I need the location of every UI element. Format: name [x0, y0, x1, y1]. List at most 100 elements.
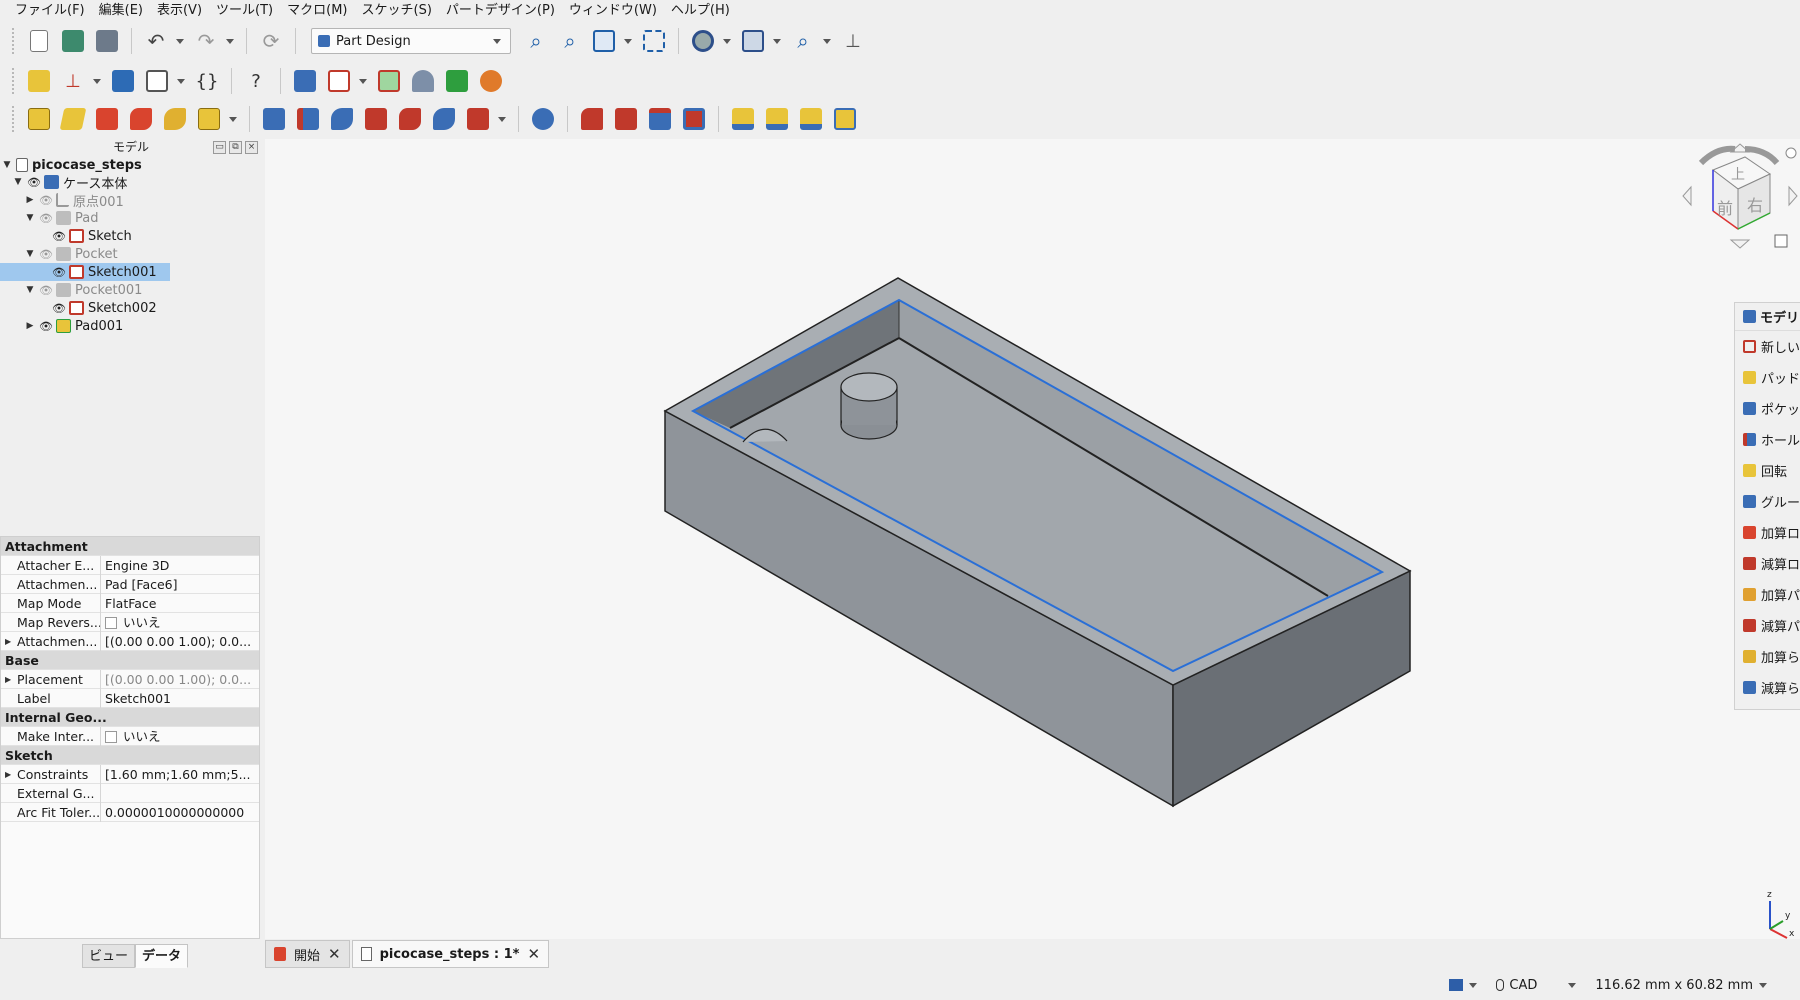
property-value[interactable]: Engine 3D — [101, 556, 259, 575]
property-value[interactable]: [(0.00 0.00 1.00); 0.0... — [101, 670, 259, 689]
menu-file[interactable]: ファイル(F) — [8, 0, 92, 22]
standard-views-button[interactable] — [589, 26, 619, 56]
link-dropdown-icon[interactable] — [177, 78, 185, 84]
close-tab-icon[interactable]: ✕ — [328, 945, 341, 963]
tree-item-pad001[interactable]: ▶ 👁 Pad001 — [25, 317, 124, 335]
task-subtractive-pipe[interactable]: 減算パ — [1735, 610, 1800, 641]
hidden-eye-icon[interactable]: 👁 — [39, 194, 53, 207]
property-value-checkbox[interactable]: いいえ — [101, 727, 259, 746]
whats-this-button[interactable]: ? — [241, 66, 271, 96]
property-row-placement[interactable]: ▶ Placement [(0.00 0.00 1.00); 0.0... — [1, 669, 259, 689]
hole-button[interactable] — [293, 104, 323, 134]
property-value[interactable]: Pad [Face6] — [101, 575, 259, 594]
tree-item-sketch001-selected[interactable]: 👁 Sketch001 — [0, 263, 170, 281]
menu-window[interactable]: ウィンドウ(W) — [562, 0, 664, 22]
property-value-checkbox[interactable]: いいえ — [101, 613, 259, 632]
property-value[interactable]: Sketch001 — [101, 689, 259, 708]
link-button[interactable] — [142, 66, 172, 96]
measure-button[interactable]: ⌕ — [788, 26, 818, 56]
tree-item-pocket001[interactable]: ▼ 👁 Pocket001 — [25, 281, 143, 299]
close-tab-icon[interactable]: ✕ — [527, 945, 540, 963]
menu-edit[interactable]: 編集(E) — [92, 0, 150, 22]
draw-style-status[interactable] — [1449, 979, 1480, 991]
property-value[interactable] — [101, 784, 259, 803]
chamfer-button[interactable] — [611, 104, 641, 134]
sub-shape-binder-button[interactable] — [442, 66, 472, 96]
subtractive-helix-button[interactable] — [429, 104, 459, 134]
expand-arrow-icon[interactable]: ▶ — [5, 670, 11, 689]
property-value[interactable]: [(0.00 0.00 1.00); 0.0... — [101, 632, 259, 651]
thickness-button[interactable] — [679, 104, 709, 134]
tab-start-page[interactable]: 開始 ✕ — [265, 940, 350, 968]
pocket-button[interactable] — [259, 104, 289, 134]
multi-transform-button[interactable] — [830, 104, 860, 134]
shape-binder-button[interactable] — [408, 66, 438, 96]
pad-button[interactable] — [24, 104, 54, 134]
variable-set-button[interactable]: {} — [192, 66, 222, 96]
collapse-arrow-icon[interactable]: ▼ — [2, 160, 12, 170]
toolbar-grip[interactable] — [12, 106, 16, 132]
undo-button[interactable]: ↶ — [141, 26, 171, 56]
measure-dropdown-icon[interactable] — [823, 38, 831, 44]
navcube-arrow-down-icon[interactable] — [1729, 239, 1751, 249]
tree-item-origin[interactable]: ▶ 👁 原点001 — [25, 191, 124, 210]
measure-distance-button[interactable]: ⊥ — [838, 26, 868, 56]
visibility-eye-icon[interactable]: 👁 — [52, 266, 66, 279]
tree-item-pad[interactable]: ▼ 👁 Pad — [25, 209, 99, 227]
property-row-map-mode[interactable]: Map Mode FlatFace — [1, 593, 259, 613]
menu-sketch[interactable]: スケッチ(S) — [355, 0, 439, 22]
std-views-dropdown-icon[interactable] — [624, 38, 632, 44]
tree-item-body[interactable]: ▼ 👁 ケース本体 — [13, 173, 127, 192]
subtractive-primitive-dropdown-icon[interactable] — [498, 116, 506, 122]
checkbox[interactable] — [105, 617, 117, 629]
fillet-button[interactable] — [577, 104, 607, 134]
task-subtractive-helix[interactable]: 減算ら — [1735, 672, 1800, 703]
navcube-view-menu-icon[interactable] — [1774, 234, 1788, 248]
bounding-box-button[interactable] — [738, 26, 768, 56]
hidden-eye-icon[interactable]: 👁 — [39, 248, 53, 261]
toolbar-grip[interactable] — [12, 28, 16, 54]
clone-button[interactable] — [476, 66, 506, 96]
navigation-style-selector[interactable]: CAD — [1496, 978, 1579, 993]
property-row-attachment-offset[interactable]: ▶ Attachmen... [(0.00 0.00 1.00); 0.0... — [1, 631, 259, 651]
tab-data[interactable]: データ — [135, 944, 189, 968]
tree-item-pad-sketch[interactable]: 👁 Sketch — [52, 227, 132, 245]
menu-part-design[interactable]: パートデザイン(P) — [439, 0, 562, 22]
task-revolution[interactable]: 回転 — [1735, 455, 1800, 486]
navcube-menu-icon[interactable] — [1785, 147, 1797, 159]
property-row-label[interactable]: Label Sketch001 — [1, 688, 259, 708]
collapse-arrow-icon[interactable]: ▼ — [25, 213, 35, 223]
task-additive-helix[interactable]: 加算ら — [1735, 641, 1800, 672]
additive-primitive-button[interactable] — [194, 104, 224, 134]
additive-loft-button[interactable] — [92, 104, 122, 134]
task-additive-loft[interactable]: 加算ロ — [1735, 517, 1800, 548]
property-value[interactable]: [1.60 mm;1.60 mm;5... — [101, 765, 259, 784]
expand-arrow-icon[interactable]: ▶ — [25, 321, 35, 331]
tree-item-pocket[interactable]: ▼ 👁 Pocket — [25, 245, 118, 263]
selection-view-button[interactable] — [639, 26, 669, 56]
sketch-dropdown-icon[interactable] — [359, 78, 367, 84]
tab-document[interactable]: picocase_steps : 1* ✕ — [351, 940, 550, 968]
subtractive-loft-button[interactable] — [361, 104, 391, 134]
expand-arrow-icon[interactable]: ▶ — [25, 195, 35, 205]
create-part-button[interactable] — [24, 66, 54, 96]
collapse-arrow-icon[interactable]: ▼ — [25, 249, 35, 259]
groove-button[interactable] — [327, 104, 357, 134]
additive-helix-button[interactable] — [160, 104, 190, 134]
box-view-dropdown-icon[interactable] — [773, 38, 781, 44]
validate-sketch-button[interactable] — [374, 66, 404, 96]
task-additive-pipe[interactable]: 加算パ — [1735, 579, 1800, 610]
property-row-make-internals[interactable]: Make Inter... いいえ — [1, 726, 259, 746]
collapse-arrow-icon[interactable]: ▼ — [25, 285, 35, 295]
3d-view[interactable]: 上 前 右 z y x — [265, 139, 1800, 939]
draft-button[interactable] — [645, 104, 675, 134]
visibility-eye-icon[interactable]: 👁 — [52, 302, 66, 315]
task-pocket[interactable]: ポケッ — [1735, 393, 1800, 424]
expand-arrow-icon[interactable]: ▶ — [5, 765, 11, 784]
toolbar-grip[interactable] — [12, 68, 16, 94]
3d-scene[interactable]: 上 前 右 z y x — [265, 139, 1800, 939]
task-pad[interactable]: パッド — [1735, 362, 1800, 393]
fit-selection-button[interactable]: ⌕ — [555, 26, 585, 56]
menu-tools[interactable]: ツール(T) — [209, 0, 280, 22]
property-row-attachment-support[interactable]: Attachmen... Pad [Face6] — [1, 574, 259, 594]
